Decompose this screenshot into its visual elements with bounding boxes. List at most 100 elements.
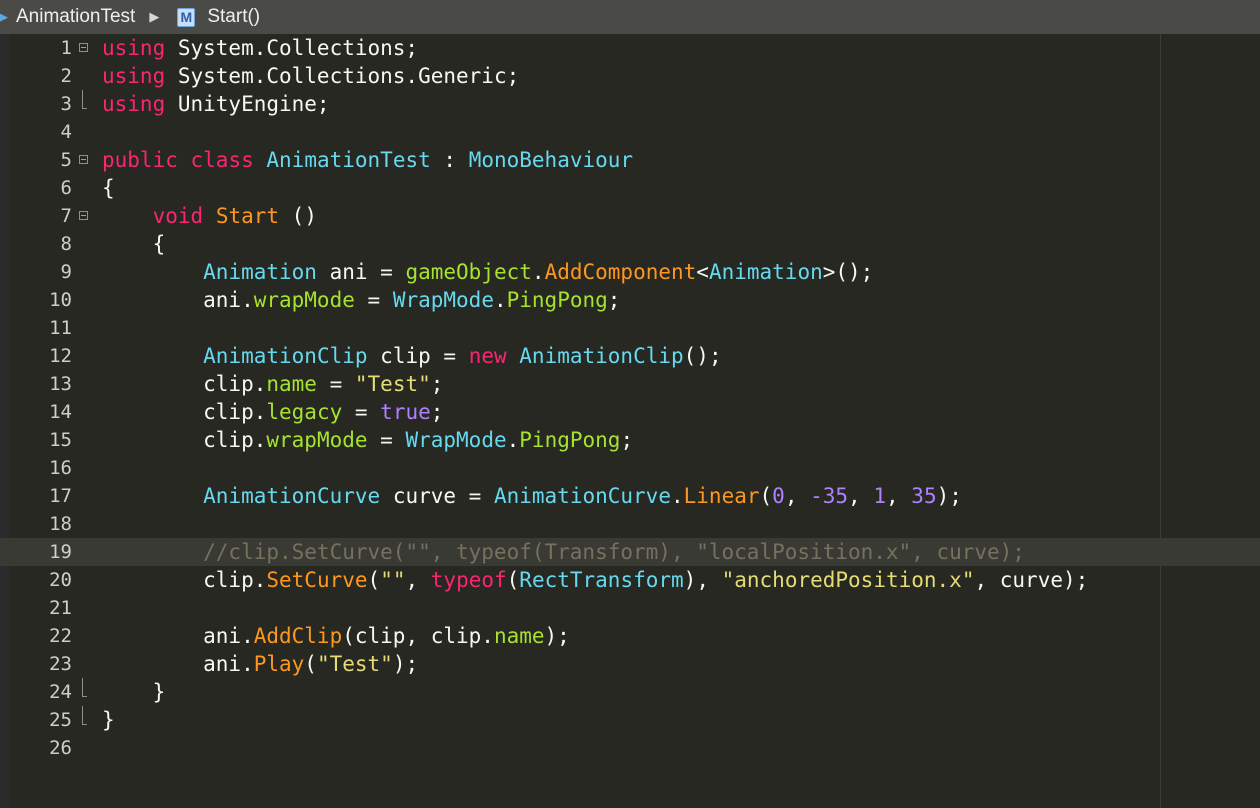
code-token-plain: clip.: [102, 372, 267, 396]
line-number: 22: [49, 625, 72, 647]
code-line[interactable]: 11: [0, 314, 1260, 342]
code-token-plain: =: [354, 288, 393, 312]
code-line[interactable]: 7 void Start (): [0, 202, 1260, 230]
fold-toggle-icon[interactable]: [76, 202, 90, 230]
code-lines[interactable]: 1 using System.Collections; 2 using System.…: [0, 34, 1260, 762]
code-token-keyword: using: [102, 92, 166, 116]
code-line[interactable]: 18: [0, 510, 1260, 538]
line-text[interactable]: void Start (): [102, 202, 317, 230]
code-line[interactable]: 25}: [0, 706, 1260, 734]
fold-toggle-icon[interactable]: [76, 146, 90, 174]
breadcrumb-file[interactable]: AnimationTest: [16, 6, 135, 28]
code-token-plain: }: [102, 680, 166, 704]
code-token-plain: =: [342, 400, 381, 424]
line-text[interactable]: public class AnimationTest : MonoBehavio…: [102, 146, 633, 174]
code-token-type: AnimationClip: [519, 344, 684, 368]
code-token-string: "Test": [354, 372, 431, 396]
line-text[interactable]: Animation ani = gameObject.AddComponent<…: [102, 258, 873, 286]
code-token-plain: System.Collections;: [165, 36, 419, 60]
line-text[interactable]: }: [102, 706, 115, 734]
line-number: 19: [49, 541, 72, 563]
code-line[interactable]: 17 AnimationCurve curve = AnimationCurve…: [0, 482, 1260, 510]
code-token-number: -35: [810, 484, 849, 508]
line-number: 21: [49, 597, 72, 619]
line-text[interactable]: ani.Play("Test");: [102, 650, 418, 678]
breadcrumb-member[interactable]: Start(): [207, 6, 260, 28]
line-text[interactable]: //clip.SetCurve("", typeof(Transform), "…: [102, 538, 1025, 566]
fold-toggle-icon[interactable]: [76, 34, 90, 62]
code-token-keyword: typeof: [430, 568, 507, 592]
line-number: 25: [49, 709, 72, 731]
line-text[interactable]: using System.Collections;: [102, 34, 418, 62]
code-token-member: PingPong: [519, 428, 621, 452]
code-line[interactable]: 13 clip.name = "Test";: [0, 370, 1260, 398]
code-token-plain: clip.: [102, 400, 267, 424]
line-text[interactable]: AnimationClip clip = new AnimationClip()…: [102, 342, 721, 370]
line-text[interactable]: ani.wrapMode = WrapMode.PingPong;: [102, 286, 620, 314]
line-number: 1: [60, 37, 72, 59]
code-line[interactable]: 6{: [0, 174, 1260, 202]
code-line[interactable]: 22 ani.AddClip(clip, clip.name);: [0, 622, 1260, 650]
code-line[interactable]: 8 {: [0, 230, 1260, 258]
line-text[interactable]: {: [102, 174, 115, 202]
line-text[interactable]: ani.AddClip(clip, clip.name);: [102, 622, 570, 650]
code-token-keyword: class: [190, 148, 254, 172]
fold-gutter: [76, 314, 90, 342]
fold-guide-end: [82, 108, 87, 109]
fold-gutter: [76, 174, 90, 202]
code-line[interactable]: 9 Animation ani = gameObject.AddComponen…: [0, 258, 1260, 286]
code-line[interactable]: 3 using UnityEngine;: [0, 90, 1260, 118]
collapse-icon: [78, 211, 88, 220]
code-line[interactable]: 1 using System.Collections;: [0, 34, 1260, 62]
line-text[interactable]: clip.name = "Test";: [102, 370, 443, 398]
line-text[interactable]: AnimationCurve curve = AnimationCurve.Li…: [102, 482, 962, 510]
code-line[interactable]: 16: [0, 454, 1260, 482]
code-line[interactable]: 26: [0, 734, 1260, 762]
code-line[interactable]: 14 clip.legacy = true;: [0, 398, 1260, 426]
code-token-plain: );: [936, 484, 962, 508]
code-token-type: AnimationTest: [266, 148, 431, 172]
code-line[interactable]: 2 using System.Collections.Generic;: [0, 62, 1260, 90]
code-line[interactable]: 12 AnimationClip clip = new AnimationCli…: [0, 342, 1260, 370]
code-token-type: AnimationClip: [203, 344, 368, 368]
breadcrumb-separator-icon: ▶: [149, 9, 160, 24]
code-line[interactable]: 15 clip.wrapMode = WrapMode.PingPong;: [0, 426, 1260, 454]
fold-guide-end: [82, 724, 87, 725]
code-line[interactable]: 23 ani.Play("Test");: [0, 650, 1260, 678]
code-token-plain: >();: [822, 260, 874, 284]
code-token-plain: .: [493, 288, 507, 312]
line-number: 15: [49, 429, 72, 451]
code-token-method: SetCurve: [266, 568, 368, 592]
code-token-number: 1: [873, 484, 886, 508]
code-line[interactable]: 4: [0, 118, 1260, 146]
code-editor[interactable]: 1 using System.Collections; 2 using System.…: [0, 34, 1260, 808]
code-token-method: Play: [253, 652, 305, 676]
line-text[interactable]: {: [102, 230, 166, 258]
code-token-member: gameObject: [405, 260, 532, 284]
code-line[interactable]: 5 public class AnimationTest : MonoBehavi…: [0, 146, 1260, 174]
code-token-plain: ani =: [316, 260, 406, 284]
code-line[interactable]: 21: [0, 594, 1260, 622]
line-text[interactable]: using UnityEngine;: [102, 90, 330, 118]
fold-gutter: [76, 426, 90, 454]
code-token-method: Start: [215, 204, 280, 228]
code-token-plain: ,: [848, 484, 874, 508]
code-token-plain: =: [367, 428, 406, 452]
line-text[interactable]: clip.wrapMode = WrapMode.PingPong;: [102, 426, 633, 454]
code-token-member: legacy: [266, 400, 343, 424]
fold-gutter: [76, 650, 90, 678]
line-text[interactable]: clip.legacy = true;: [102, 398, 443, 426]
line-text[interactable]: clip.SetCurve("", typeof(RectTransform),…: [102, 566, 1088, 594]
line-number: 18: [49, 513, 72, 535]
breadcrumb: ▶ AnimationTest ▶ M Start(): [0, 0, 1260, 34]
code-line[interactable]: 20 clip.SetCurve("", typeof(RectTransfor…: [0, 566, 1260, 594]
code-token-method: Linear: [683, 484, 760, 508]
line-text[interactable]: using System.Collections.Generic;: [102, 62, 519, 90]
code-line[interactable]: 19 //clip.SetCurve("", typeof(Transform)…: [0, 538, 1260, 566]
line-text[interactable]: }: [102, 678, 166, 706]
code-line[interactable]: 10 ani.wrapMode = WrapMode.PingPong;: [0, 286, 1260, 314]
code-line[interactable]: 24 }: [0, 678, 1260, 706]
